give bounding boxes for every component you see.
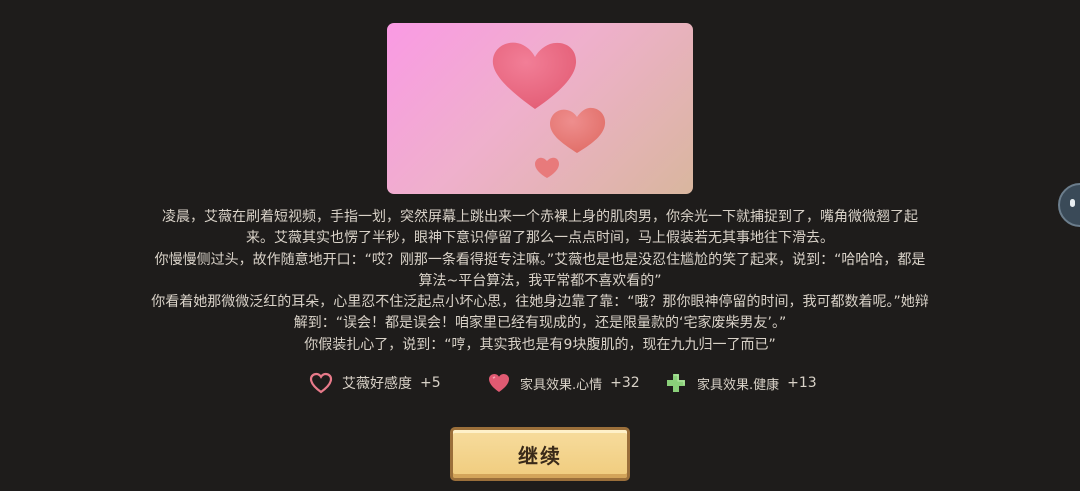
effect-value: +5 <box>420 375 441 391</box>
effect-mood: 家具效果.心情 +32 <box>487 371 640 395</box>
effect-label: 家具效果.心情 <box>520 377 603 393</box>
story-paragraph: 你慢慢侧过头，故作随意地开口：“哎？刚那一条看得挺专注嘛。”艾薇也是也是没忍住尴… <box>154 251 926 289</box>
floating-assistant-button[interactable] <box>1058 183 1080 227</box>
effect-label: 艾薇好感度 <box>342 376 412 392</box>
effect-affection: 艾薇好感度 +5 <box>309 371 441 395</box>
medium-heart-icon <box>550 107 606 153</box>
story-paragraph: 你看着她那微微泛红的耳朵，心里忍不住泛起点小坏心思，往她身边靠了靠：“哦？那你眼… <box>151 294 929 332</box>
story-text: 凌晨，艾薇在刷着短视频，手指一划，突然屏幕上跳出来一个赤裸上身的肌肉男，你余光一… <box>150 207 930 356</box>
heart-outline-icon <box>309 372 333 394</box>
effect-label: 家具效果.健康 <box>697 377 780 393</box>
event-illustration <box>387 23 693 194</box>
event-screen: 凌晨，艾薇在刷着短视频，手指一划，突然屏幕上跳出来一个赤裸上身的肌肉男，你余光一… <box>0 0 1080 491</box>
hearts-illustration <box>492 42 606 178</box>
heart-filled-icon <box>489 374 509 392</box>
continue-button-label: 继续 <box>518 443 562 468</box>
effects-row: 艾薇好感度 +5 家具效果.心情 +32 家具效果.健康 +13 <box>0 371 1080 395</box>
assistant-eye-icon <box>1070 199 1075 207</box>
continue-button[interactable]: 继续 <box>450 427 630 481</box>
effect-health: 家具效果.健康 +13 <box>664 371 817 395</box>
green-cross-icon <box>667 374 685 392</box>
effect-value: +32 <box>610 375 640 391</box>
large-heart-icon <box>492 42 577 110</box>
story-paragraph: 凌晨，艾薇在刷着短视频，手指一划，突然屏幕上跳出来一个赤裸上身的肌肉男，你余光一… <box>162 209 918 247</box>
effect-value: +13 <box>787 375 817 391</box>
small-heart-icon <box>535 157 559 178</box>
story-paragraph: 你假装扎心了，说到：“哼，其实我也是有9块腹肌的，现在九九归一了而已” <box>304 336 776 353</box>
